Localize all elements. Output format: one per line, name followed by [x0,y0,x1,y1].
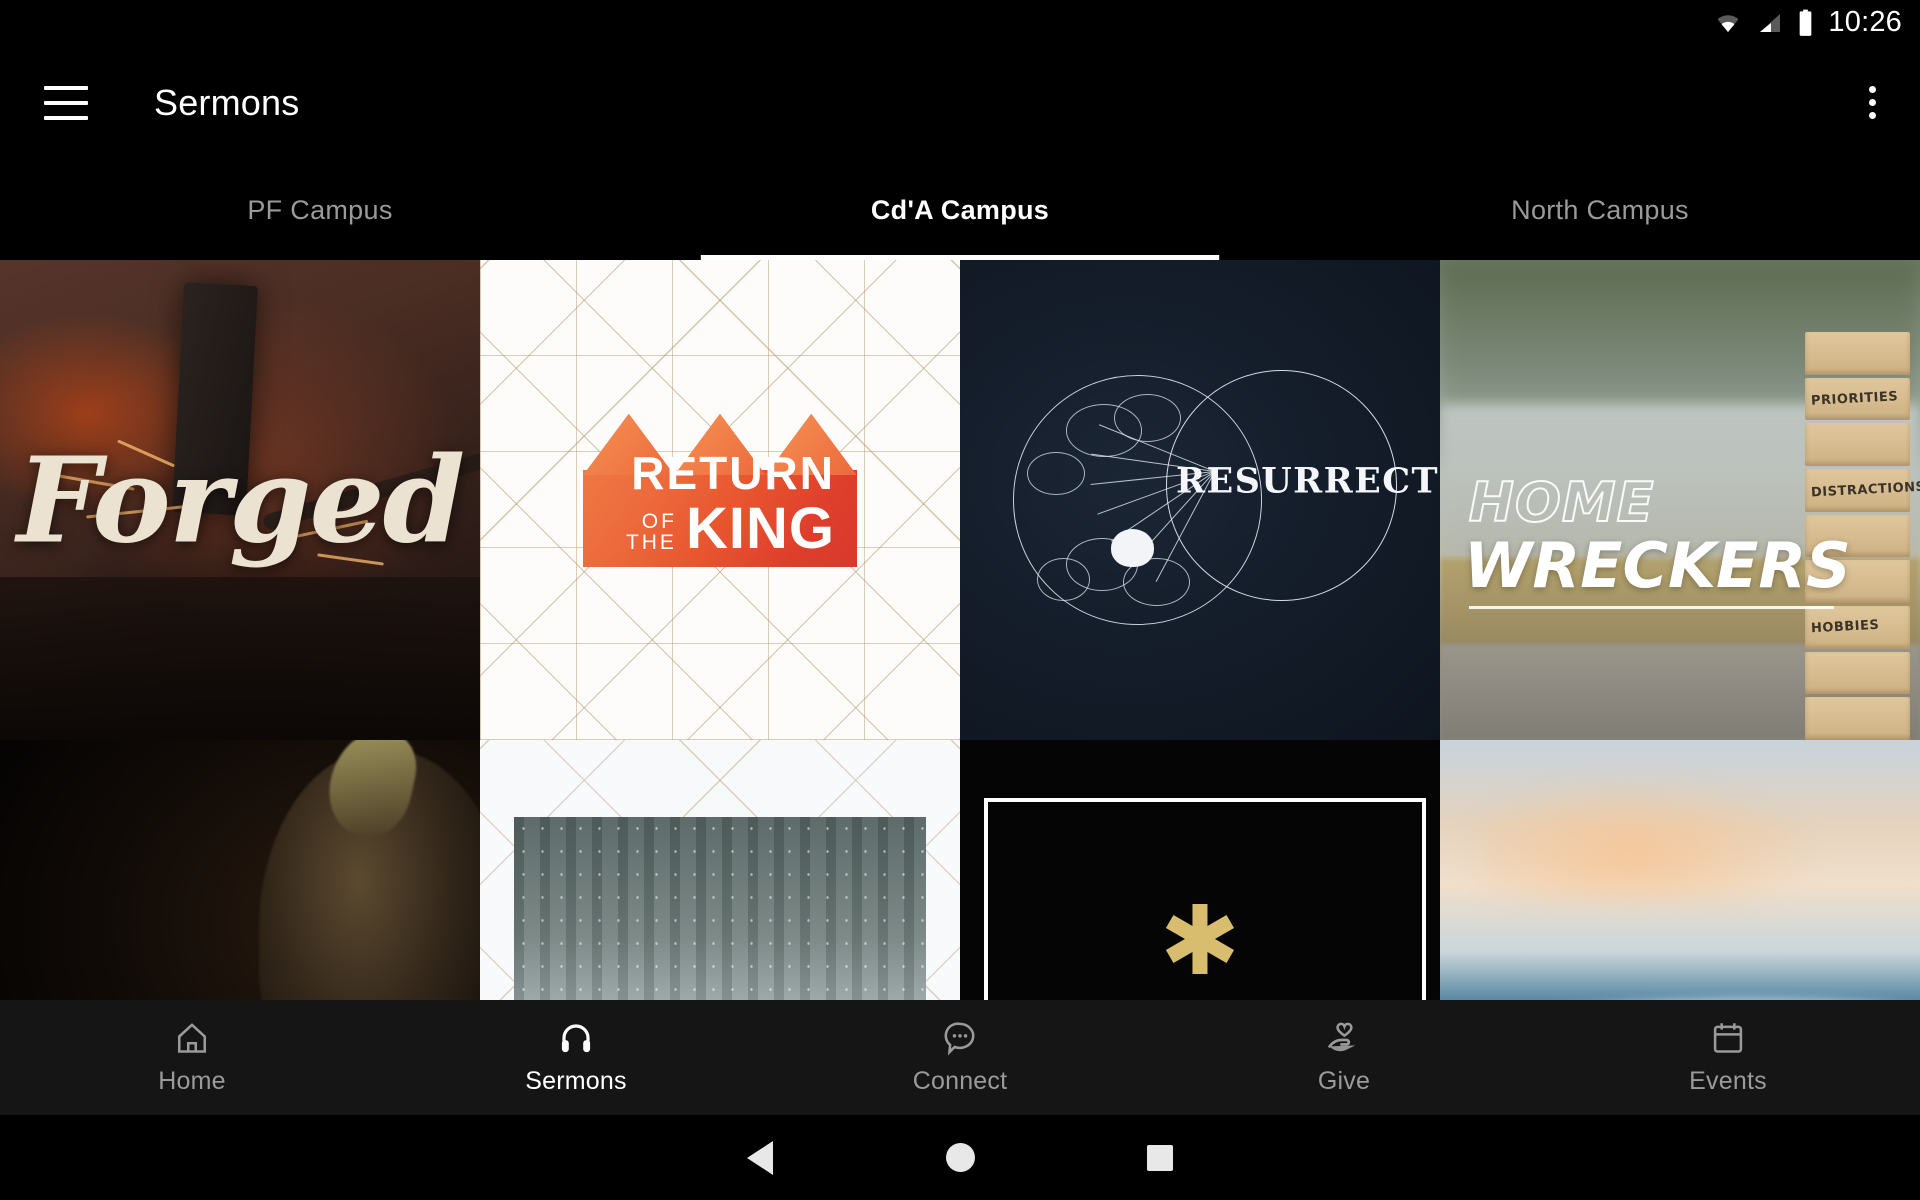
jenga-block [1804,651,1911,695]
back-triangle-icon [747,1140,773,1175]
block-label: DISTRACTIONS [1810,479,1920,501]
status-bar-clock: 10:26 [1828,6,1902,38]
nav-label: Give [1317,1066,1371,1095]
cellular-signal-icon [1760,13,1781,32]
sermon-artwork: RESURRECTED [960,260,1440,740]
sermon-title: RETURN OF THE KING [583,450,835,558]
status-bar: 10:26 [0,0,1920,45]
cloud [1027,452,1085,496]
tab-label: Cd'A Campus [870,194,1050,225]
hamburger-menu-icon[interactable] [44,85,88,120]
jenga-block-priorities: PRIORITIES [1804,377,1911,421]
sermon-card-forged[interactable]: Forged [0,260,480,740]
overflow-menu-icon[interactable] [1848,79,1896,127]
block-label: HOBBIES [1810,618,1880,637]
sermon-card-resurrected[interactable]: RESURRECTED [960,260,1440,740]
nav-label: Home [158,1066,226,1095]
nav-item-home[interactable]: Home [0,1020,384,1096]
sermon-title: Forged [16,430,465,570]
app-bar: Sermons [0,45,1920,160]
status-bar-icons [1713,9,1814,37]
title-subline: OF THE [625,509,677,554]
tab-pf-campus[interactable]: PF Campus [0,160,640,260]
bottom-navigation-bar: Home Sermons Connect Give Events [0,1000,1920,1115]
tab-north-campus[interactable]: North Campus [1280,160,1920,260]
jenga-block-hobbies: HOBBIES [1804,606,1911,649]
sermon-artwork: RETURN OF THE KING [480,260,960,740]
anvil-shape [0,576,480,740]
cloud [1113,394,1181,443]
nav-item-give[interactable]: Give [1152,1020,1536,1096]
page-title: Sermons [154,81,300,123]
block-label: PRIORITIES [1810,389,1899,409]
nav-label: Connect [912,1066,1008,1095]
tab-label: PF Campus [247,194,393,225]
tab-cda-campus[interactable]: Cd'A Campus [640,160,1280,260]
nav-item-events[interactable]: Events [1536,1020,1920,1096]
sermon-artwork: PRIORITIES DISTRACTIONS HOBBIES HOME WRE… [1440,260,1920,740]
sermon-artwork: Forged [0,260,480,740]
nav-label: Events [1689,1066,1767,1095]
android-system-navigation-bar [0,1115,1920,1200]
wifi-icon [1717,14,1739,32]
home-icon [177,1022,207,1053]
sermon-title-line-1: HOME [1468,470,1655,535]
chat-bubble-icon [944,1021,975,1055]
rising-sun [1111,528,1155,568]
system-recents-button[interactable] [1060,1144,1260,1171]
nav-label: Sermons [525,1066,627,1095]
sermon-card-return-of-the-king[interactable]: RETURN OF THE KING [480,260,960,740]
app-screen: 10:26 Sermons PF Campus Cd'A Campus Nort… [0,0,1920,1200]
system-back-button[interactable] [660,1140,860,1175]
battery-icon [1800,9,1812,36]
crown-graphic: RETURN OF THE KING [583,413,857,568]
jenga-block-distractions: DISTRACTIONS [1804,469,1920,512]
recents-square-icon [1147,1144,1173,1171]
title-line-2: KING [685,495,835,561]
jenga-block [1804,332,1911,375]
sunset-glow [1478,778,1815,904]
nav-item-connect[interactable]: Connect [768,1020,1152,1096]
jenga-block [1804,423,1911,467]
cloud [1036,557,1090,601]
campus-tab-bar: PF Campus Cd'A Campus North Campus [0,160,1920,260]
star-icon: ✱ [1159,887,1241,995]
nav-item-sermons[interactable]: Sermons [384,1020,768,1096]
home-circle-icon [945,1143,975,1172]
system-home-button[interactable] [860,1143,1060,1172]
sermon-title: RESURRECTED [1176,460,1440,502]
calendar-icon [1713,1022,1743,1053]
tab-label: North Campus [1511,194,1689,225]
jenga-block [1804,697,1911,740]
sermon-title-line-2: WRECKERS [1464,528,1851,602]
hand-heart-icon [1328,1022,1356,1051]
title-line-1: RETURN [631,446,835,499]
sermon-card-home-wreckers[interactable]: PRIORITIES DISTRACTIONS HOBBIES HOME WRE… [1440,260,1920,740]
title-underline [1468,605,1834,609]
headphones-icon [561,1023,591,1052]
